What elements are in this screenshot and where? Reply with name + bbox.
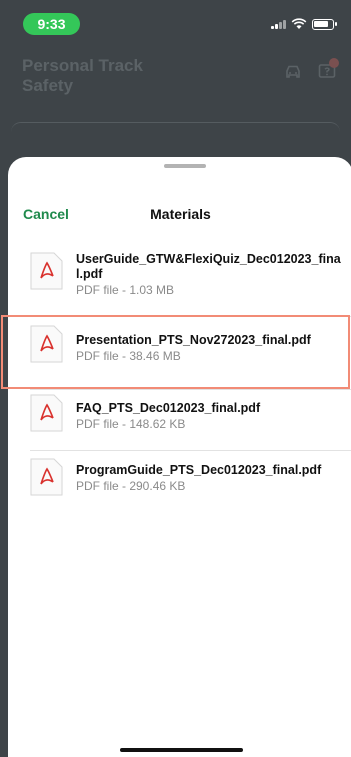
car-icon[interactable]: [283, 62, 303, 82]
list-item[interactable]: ProgramGuide_PTS_Dec012023_final.pdf PDF…: [8, 451, 351, 511]
home-indicator: [120, 748, 243, 752]
pdf-file-icon: [30, 458, 63, 496]
materials-sheet: Cancel Materials UserGuide_GTW&FlexiQuiz…: [1, 157, 351, 757]
status-bar: 9:33: [0, 0, 351, 40]
page-title: Personal Track Safety: [22, 56, 143, 95]
file-name: FAQ_PTS_Dec012023_final.pdf: [76, 401, 261, 415]
battery-tip: [335, 22, 337, 26]
file-info: PDF file - 148.62 KB: [76, 417, 186, 431]
file-name: UserGuide_GTW&FlexiQuiz_Dec012023_final.…: [76, 252, 341, 281]
app-screen: 9:33 Personal Track Safety Cancel Materi…: [0, 0, 351, 757]
pdf-file-icon: [30, 394, 63, 432]
status-icons: [271, 18, 337, 30]
pdf-file-icon: [30, 252, 63, 290]
wifi-icon: [291, 18, 307, 29]
status-time: 9:33: [23, 13, 80, 35]
selection-highlight: [1, 315, 350, 389]
list-item[interactable]: FAQ_PTS_Dec012023_final.pdf PDF file - 1…: [8, 390, 351, 450]
list-item[interactable]: UserGuide_GTW&FlexiQuiz_Dec012023_final.…: [8, 244, 351, 316]
file-info: PDF file - 1.03 MB: [76, 283, 175, 297]
file-name: ProgramGuide_PTS_Dec012023_final.pdf: [76, 463, 322, 477]
battery-icon: [312, 18, 334, 30]
sheet-title: Materials: [150, 206, 211, 222]
sheet-grabber[interactable]: [164, 164, 206, 168]
cellular-signal-icon: [271, 19, 286, 29]
file-info: PDF file - 290.46 KB: [76, 479, 186, 493]
notification-badge: [329, 58, 339, 68]
